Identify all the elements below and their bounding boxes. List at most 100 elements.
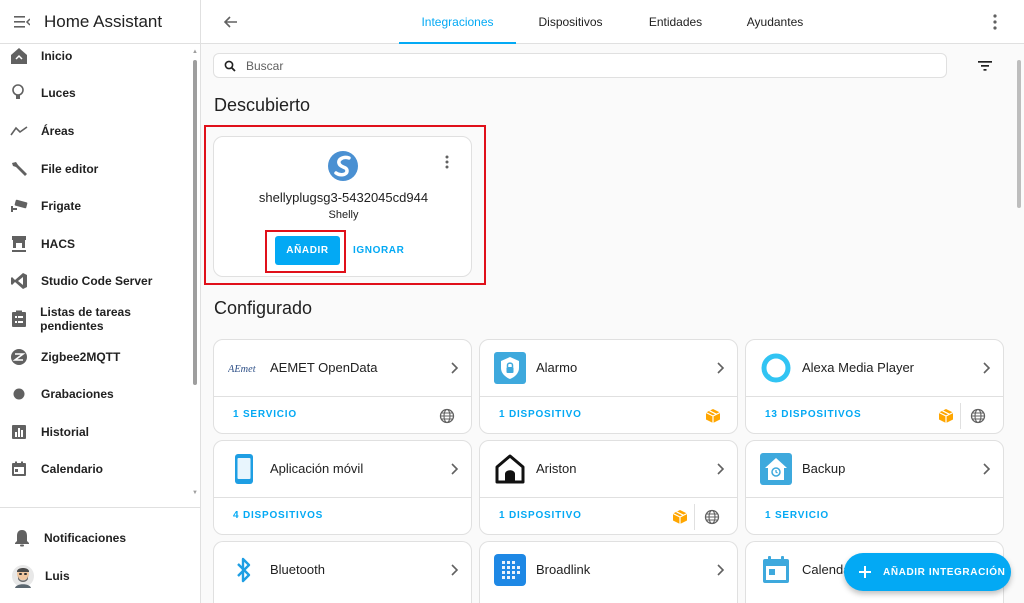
sidebar-item-historial[interactable]: Historial <box>0 413 191 451</box>
discovered-device-brand: Shelly <box>328 209 359 221</box>
top-bar: Integraciones Dispositivos Entidades Ayu… <box>201 0 1024 44</box>
integration-devices-link[interactable]: 1 SERVICIO <box>233 409 297 420</box>
chevron-right-icon <box>717 463 725 475</box>
integration-devices-link[interactable]: 13 DISPOSITIVOS <box>765 409 861 420</box>
integration-card-ariston: Ariston 1 DISPOSITIVO <box>479 440 738 535</box>
sidebar-item-hacs[interactable]: HACS <box>0 225 191 263</box>
ariston-house-icon <box>494 453 526 485</box>
tab-dispositivos[interactable]: Dispositivos <box>528 0 613 44</box>
integration-card-header[interactable]: Aplicación móvil <box>214 441 471 497</box>
search-input[interactable] <box>246 58 896 73</box>
sidebar-scrollbar[interactable] <box>193 60 197 385</box>
menu-toggle-button[interactable] <box>0 15 44 28</box>
discovered-card-menu-button[interactable] <box>444 154 450 170</box>
chevron-right-icon <box>451 463 459 475</box>
integration-name: Ariston <box>536 461 577 476</box>
sidebar-item-luces[interactable]: Luces <box>0 75 191 113</box>
add-integration-label: AÑADIR INTEGRACIÓN <box>883 566 1006 578</box>
integration-name: Alexa Media Player <box>802 360 914 375</box>
chevron-right-icon <box>983 362 991 374</box>
alarmo-shield-icon <box>494 352 526 384</box>
filter-icon <box>978 61 992 71</box>
integration-card-header[interactable]: Alexa Media Player <box>746 340 1003 396</box>
plus-icon <box>859 566 871 578</box>
sidebar-item-label: File editor <box>41 161 99 176</box>
dots-vertical-icon <box>445 155 449 169</box>
ignore-discovered-button[interactable]: IGNORAR <box>347 236 410 265</box>
sidebar-item-label: Frigate <box>41 199 82 214</box>
section-title-configured: Configurado <box>214 298 313 318</box>
add-integration-button[interactable]: AÑADIR INTEGRACIÓN <box>844 553 1011 591</box>
sidebar: Home Assistant Inicio Luces Áreas File e… <box>0 0 201 603</box>
sidebar-item-studio-code-server[interactable]: Studio Code Server <box>0 263 191 301</box>
sidebar-item-listas-de-tareas[interactable]: Listas de tareas pendientes <box>0 300 191 338</box>
integration-name: Aplicación móvil <box>270 461 364 476</box>
dots-vertical-icon <box>993 14 997 30</box>
wrench-icon <box>9 159 29 179</box>
discovered-device-name: shellyplugsg3-5432045cd944 <box>258 190 429 205</box>
integration-card-header[interactable]: Backup <box>746 441 1003 497</box>
tab-integraciones[interactable]: Integraciones <box>399 0 516 44</box>
bell-icon <box>12 528 32 548</box>
aemet-logo: AEmet <box>228 352 260 384</box>
integration-card-alexa: Alexa Media Player 13 DISPOSITIVOS <box>745 339 1004 434</box>
sidebar-item-label: Listas de tareas pendientes <box>40 304 131 333</box>
home-icon <box>9 46 29 66</box>
badge-divider <box>694 504 695 530</box>
sidebar-item-frigate[interactable]: Frigate <box>0 187 191 225</box>
highlight-box-add-button <box>265 230 346 273</box>
integration-card-alarmo: Alarmo 1 DISPOSITIVO <box>479 339 738 434</box>
sidebar-item-label: Grabaciones <box>41 387 114 402</box>
sidebar-item-file-editor[interactable]: File editor <box>0 150 191 188</box>
back-button[interactable] <box>221 12 241 32</box>
sidebar-item-label: Zigbee2MQTT <box>41 349 121 364</box>
integration-devices-link[interactable]: 1 DISPOSITIVO <box>499 510 582 521</box>
areas-icon <box>9 121 29 141</box>
search-bar <box>213 53 947 78</box>
package-icon <box>936 406 956 426</box>
backup-house-icon <box>760 453 792 485</box>
integration-card-mobile-app: Aplicación móvil 4 DISPOSITIVOS <box>213 440 472 535</box>
bluetooth-icon <box>228 554 260 586</box>
sidebar-item-label: Historial <box>41 424 90 439</box>
tab-entidades[interactable]: Entidades <box>639 0 712 44</box>
globe-icon <box>968 406 988 426</box>
tab-ayudantes[interactable]: Ayudantes <box>738 0 812 44</box>
filter-button[interactable] <box>975 58 995 74</box>
integration-card-broadlink: Broadlink <box>479 541 738 603</box>
integration-card-header[interactable]: Alarmo <box>480 340 737 396</box>
sidebar-scroll-up-icon[interactable]: ▲ <box>192 49 198 55</box>
zigbee-icon <box>9 347 29 367</box>
integration-card-aemet: AEmet AEMET OpenData 1 SERVICIO <box>213 339 472 434</box>
integration-card-header[interactable]: AEmet AEMET OpenData <box>214 340 471 396</box>
sidebar-scroll-down-icon[interactable]: ▼ <box>192 490 198 496</box>
integration-card-bluetooth: Bluetooth <box>213 541 472 603</box>
overflow-menu-button[interactable] <box>987 12 1003 32</box>
sidebar-item-user[interactable]: Luis <box>0 557 200 595</box>
integration-card-footer: 1 DISPOSITIVO <box>480 497 737 534</box>
sidebar-item-notificaciones[interactable]: Notificaciones <box>0 519 200 557</box>
integration-devices-link[interactable]: 1 SERVICIO <box>765 510 829 521</box>
integration-card-backup: Backup 1 SERVICIO <box>745 440 1004 535</box>
sidebar-item-grabaciones[interactable]: Grabaciones <box>0 375 191 413</box>
globe-icon <box>437 406 457 426</box>
badge-divider <box>960 403 961 429</box>
integration-card-header[interactable]: Broadlink <box>480 542 737 598</box>
search-icon <box>224 60 236 72</box>
integration-name: Alarmo <box>536 360 578 375</box>
chevron-right-icon <box>717 362 725 374</box>
calendar-icon <box>9 459 29 479</box>
integration-card-header[interactable]: Bluetooth <box>214 542 471 598</box>
integration-card-header[interactable]: Ariston <box>480 441 737 497</box>
integration-devices-link[interactable]: 1 DISPOSITIVO <box>499 409 582 420</box>
cellphone-icon <box>228 453 260 485</box>
sidebar-item-zigbee2mqtt[interactable]: Zigbee2MQTT <box>0 338 191 376</box>
main-scrollbar[interactable] <box>1017 60 1021 208</box>
integration-name: Backup <box>802 461 846 476</box>
avatar <box>12 564 34 588</box>
sidebar-item-calendario[interactable]: Calendario <box>0 451 191 489</box>
sidebar-item-areas[interactable]: Áreas <box>0 112 191 150</box>
integration-devices-link[interactable]: 4 DISPOSITIVOS <box>233 510 323 521</box>
sidebar-divider <box>0 507 200 508</box>
sidebar-item-inicio[interactable]: Inicio <box>0 37 191 75</box>
